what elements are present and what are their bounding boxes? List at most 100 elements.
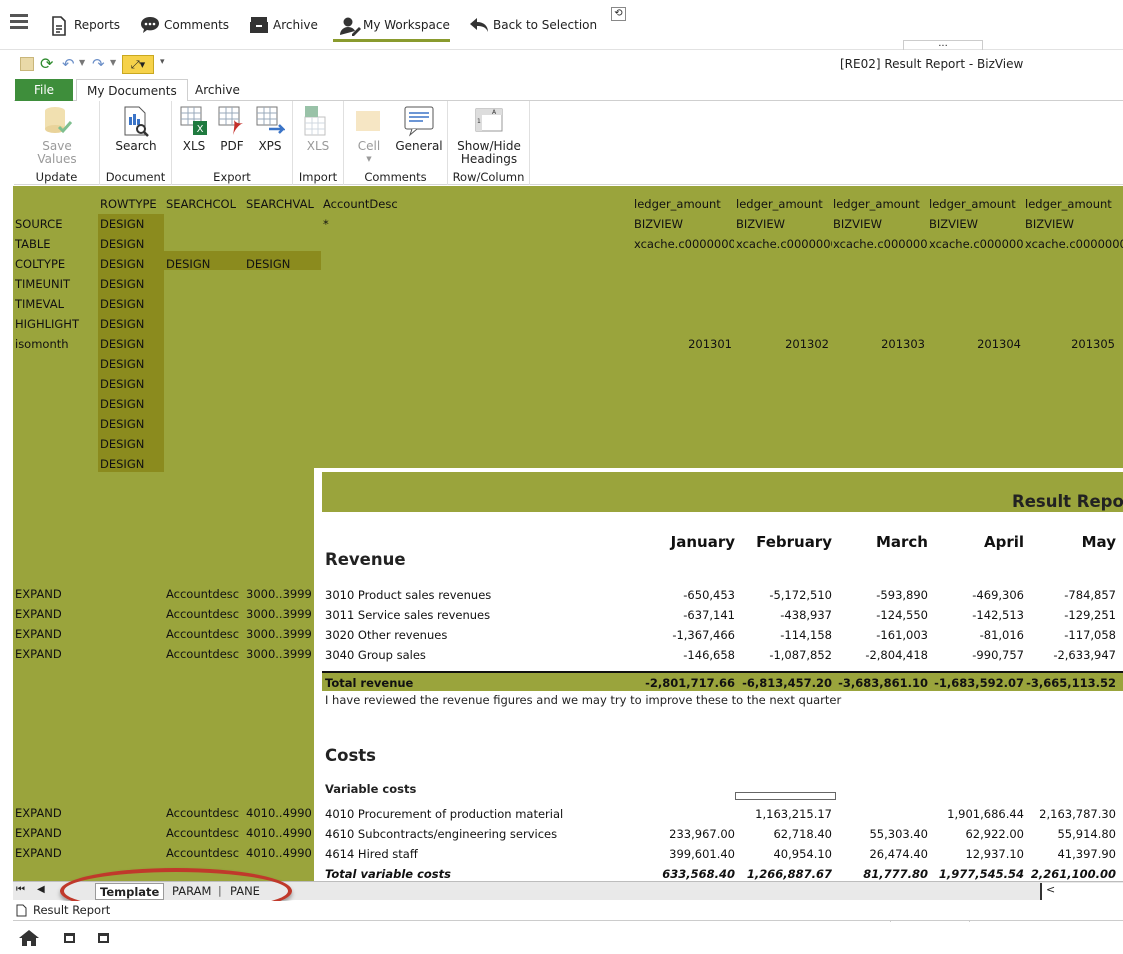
row-label-timeval[interactable]: TIMEVAL bbox=[15, 294, 64, 314]
month-header[interactable]: March bbox=[828, 532, 928, 552]
save-values-button[interactable]: Save Values bbox=[26, 105, 88, 166]
cost-row-value[interactable]: 55,303.40 bbox=[818, 824, 928, 844]
row-label-highlight[interactable]: HIGHLIGHT bbox=[15, 314, 79, 334]
design-cell[interactable]: DESIGN bbox=[100, 374, 144, 394]
coltype-design-searchval[interactable]: DESIGN bbox=[246, 254, 290, 274]
header-searchval[interactable]: SEARCHVAL bbox=[246, 194, 314, 214]
document-tab-result-report[interactable]: Result Report bbox=[16, 903, 110, 917]
table-xcache-1[interactable]: xcache.c0000000 bbox=[634, 234, 734, 254]
row-label-source[interactable]: SOURCE bbox=[15, 214, 62, 234]
revenue-row-value[interactable]: -117,058 bbox=[1006, 625, 1116, 645]
hamburger-menu-icon[interactable] bbox=[10, 14, 28, 30]
source-bizview-4[interactable]: BIZVIEW bbox=[929, 214, 978, 234]
nav-archive[interactable]: Archive bbox=[249, 13, 318, 37]
revenue-row-value[interactable]: -637,141 bbox=[625, 605, 735, 625]
window-icon-1[interactable] bbox=[64, 933, 75, 943]
expand-cell[interactable]: EXPAND bbox=[15, 644, 62, 664]
design-cell[interactable]: DESIGN bbox=[100, 334, 144, 354]
revenue-row-value[interactable]: -114,158 bbox=[722, 625, 832, 645]
cost-row-value[interactable] bbox=[818, 804, 928, 824]
table-xcache-2[interactable]: xcache.c0000000 bbox=[736, 234, 832, 254]
save-icon[interactable] bbox=[20, 57, 34, 71]
spreadsheet-grid[interactable]: ROWTYPE SEARCHCOL SEARCHVAL AccountDesc … bbox=[13, 186, 1123, 882]
expand-cell[interactable]: EXPAND bbox=[15, 584, 62, 604]
design-cell[interactable]: DESIGN bbox=[100, 394, 144, 414]
cost-row-value[interactable]: 40,954.10 bbox=[722, 844, 832, 864]
nav-comments[interactable]: Comments bbox=[140, 13, 229, 37]
design-cell[interactable]: DESIGN bbox=[100, 254, 144, 274]
revenue-row-value[interactable]: -146,658 bbox=[625, 645, 735, 665]
undo-icon[interactable]: ↶ bbox=[62, 55, 75, 73]
month-header[interactable]: May bbox=[1016, 532, 1116, 552]
row-label-coltype[interactable]: COLTYPE bbox=[15, 254, 65, 274]
cost-row-value[interactable]: 55,914.80 bbox=[1006, 824, 1116, 844]
revenue-row-value[interactable]: -161,003 bbox=[818, 625, 928, 645]
fullscreen-icon[interactable]: ⤢▾ bbox=[122, 55, 154, 74]
design-cell[interactable]: DESIGN bbox=[100, 274, 144, 294]
header-ledger-1[interactable]: ledger_amount bbox=[634, 194, 721, 214]
expand-cell[interactable]: EXPAND bbox=[15, 604, 62, 624]
revenue-comment[interactable]: I have reviewed the revenue figures and … bbox=[325, 693, 841, 707]
cost-row-value[interactable]: 41,397.90 bbox=[1006, 844, 1116, 864]
coltype-design-searchcol[interactable]: DESIGN bbox=[166, 254, 210, 274]
period-3[interactable]: 201303 bbox=[833, 334, 925, 354]
range-cell[interactable]: 3000..3999 bbox=[246, 584, 312, 604]
revenue-row-value[interactable]: -593,890 bbox=[818, 585, 928, 605]
total-variable-value[interactable]: 81,777.80 bbox=[818, 864, 928, 882]
range-cell[interactable]: 4010..4990 bbox=[246, 843, 312, 863]
prev-sheet-icon[interactable]: ◀ bbox=[37, 884, 45, 895]
header-searchcol[interactable]: SEARCHCOL bbox=[166, 194, 236, 214]
range-cell[interactable]: 3000..3999 bbox=[246, 604, 312, 624]
range-cell[interactable]: 3000..3999 bbox=[246, 644, 312, 664]
design-cell[interactable]: DESIGN bbox=[100, 454, 144, 474]
period-4[interactable]: 201304 bbox=[929, 334, 1021, 354]
accountdesc-cell[interactable]: Accountdesc bbox=[166, 644, 239, 664]
general-comment-button[interactable]: General bbox=[394, 105, 444, 153]
header-rowtype[interactable]: ROWTYPE bbox=[100, 194, 157, 214]
cost-row-label[interactable]: 4614 Hired staff bbox=[325, 844, 418, 864]
design-cell[interactable]: DESIGN bbox=[100, 214, 144, 234]
month-header[interactable]: April bbox=[924, 532, 1024, 552]
revenue-row-value[interactable]: -1,087,852 bbox=[722, 645, 832, 665]
total-variable-value[interactable]: 1,266,887.67 bbox=[722, 864, 832, 882]
cost-row-value[interactable]: 62,718.40 bbox=[722, 824, 832, 844]
cost-row-value[interactable]: 399,601.40 bbox=[625, 844, 735, 864]
source-bizview-2[interactable]: BIZVIEW bbox=[736, 214, 785, 234]
cost-row-value[interactable] bbox=[625, 804, 735, 824]
revenue-row-value[interactable]: -129,251 bbox=[1006, 605, 1116, 625]
design-cell[interactable]: DESIGN bbox=[100, 434, 144, 454]
revenue-row-value[interactable]: -650,453 bbox=[625, 585, 735, 605]
revenue-row-value[interactable]: -438,937 bbox=[722, 605, 832, 625]
range-cell[interactable]: 3000..3999 bbox=[246, 624, 312, 644]
design-cell[interactable]: DESIGN bbox=[100, 414, 144, 434]
revenue-row-value[interactable]: -784,857 bbox=[1006, 585, 1116, 605]
total-revenue-label[interactable]: Total revenue bbox=[325, 673, 413, 693]
accountdesc-cell[interactable]: Accountdesc bbox=[166, 624, 239, 644]
design-cell[interactable]: DESIGN bbox=[100, 314, 144, 334]
import-xls-button[interactable]: XLS bbox=[300, 105, 336, 153]
tab-archive[interactable]: Archive bbox=[185, 79, 250, 101]
source-star[interactable]: * bbox=[323, 214, 329, 234]
range-cell[interactable]: 4010..4990 bbox=[246, 803, 312, 823]
accountdesc-cell[interactable]: Accountdesc bbox=[166, 604, 239, 624]
redo-dropdown-icon[interactable]: ▼ bbox=[110, 58, 116, 67]
total-revenue-value[interactable]: -6,813,457.20 bbox=[722, 673, 832, 693]
home-icon[interactable] bbox=[18, 929, 40, 947]
month-header[interactable]: January bbox=[635, 532, 735, 552]
cost-row-value[interactable]: 233,967.00 bbox=[625, 824, 735, 844]
table-xcache-4[interactable]: xcache.c0000000 bbox=[929, 234, 1024, 254]
accountdesc-cell[interactable]: Accountdesc bbox=[166, 843, 239, 863]
selected-cell-box[interactable] bbox=[735, 792, 836, 800]
tab-file[interactable]: File bbox=[15, 79, 73, 101]
cost-row-label[interactable]: 4610 Subcontracts/engineering services bbox=[325, 824, 557, 844]
expand-cell[interactable]: EXPAND bbox=[15, 803, 62, 823]
expand-cell[interactable]: EXPAND bbox=[15, 843, 62, 863]
revenue-row-value[interactable]: -1,367,466 bbox=[625, 625, 735, 645]
export-xps-button[interactable]: XPS bbox=[252, 105, 288, 153]
export-pdf-button[interactable]: PDF bbox=[214, 105, 250, 153]
collapse-handle[interactable]: ... bbox=[903, 39, 983, 50]
range-cell[interactable]: 4010..4990 bbox=[246, 823, 312, 843]
period-2[interactable]: 201302 bbox=[736, 334, 829, 354]
refresh-green-icon[interactable]: ⟳ bbox=[40, 55, 53, 73]
customize-toolbar-icon[interactable]: ▾ bbox=[160, 57, 165, 67]
